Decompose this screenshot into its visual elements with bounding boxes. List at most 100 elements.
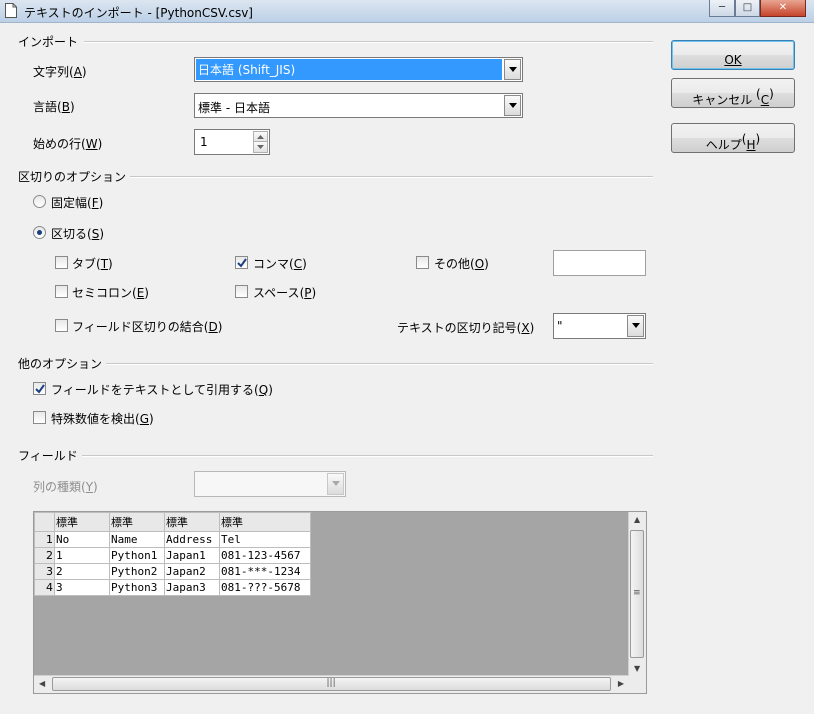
semicolon-label: セミコロン(E) (72, 286, 149, 300)
table-cell: 081-123-4567 (219, 547, 311, 564)
dropdown-button[interactable] (327, 473, 344, 495)
table-cell: Python1 (109, 547, 165, 564)
scroll-corner (629, 676, 646, 693)
tab-label: タブ(T) (72, 257, 113, 271)
minimize-button[interactable]: ─ (709, 0, 735, 17)
space-label: スペース(P) (253, 286, 317, 300)
dropdown-button[interactable] (504, 95, 521, 116)
table-cell: Python2 (109, 563, 165, 580)
chevron-down-icon (509, 66, 517, 72)
text-delimiter-select[interactable]: " (553, 313, 646, 339)
table-cell: No (54, 531, 110, 548)
charset-label: 文字列(A) (33, 65, 87, 79)
help-button[interactable]: ヘルプ(H) (671, 123, 795, 153)
horizontal-scrollbar[interactable]: ◀ ||| ▶ (34, 675, 629, 693)
title-bar[interactable]: テキストのインポート - [PythonCSV.csv] ─ □ ✕ (0, 0, 814, 23)
row-number: 1 (34, 531, 55, 548)
other-label: その他(O) (434, 257, 489, 271)
table-cell: 3 (54, 579, 110, 596)
table-cell: Japan2 (164, 563, 220, 580)
table-cell: Tel (219, 531, 311, 548)
table-cell: 2 (54, 563, 110, 580)
merge-delimiters-checkbox[interactable] (55, 319, 68, 332)
fields-heading: フィールド (18, 449, 78, 463)
grip-icon: ≡ (633, 588, 641, 598)
chevron-down-icon (509, 102, 517, 108)
chevron-down-icon (632, 323, 640, 328)
row-number: 4 (34, 579, 55, 596)
scroll-down-icon[interactable]: ▼ (634, 664, 640, 673)
chevron-down-icon (257, 145, 264, 149)
import-dialog: テキストのインポート - [PythonCSV.csv] ─ □ ✕ インポート… (0, 0, 814, 714)
semicolon-checkbox[interactable] (55, 285, 68, 298)
scroll-left-icon[interactable]: ◀ (39, 679, 45, 688)
column-header[interactable]: 標準 (109, 512, 165, 532)
maximize-button[interactable]: □ (735, 0, 760, 17)
column-header[interactable]: 標準 (219, 512, 311, 532)
charset-select[interactable]: 日本語 (Shift_JIS) (194, 57, 523, 82)
close-button[interactable]: ✕ (760, 0, 806, 17)
from-row-label: 始めの行(W) (33, 137, 103, 151)
quoted-as-text-checkbox[interactable] (33, 382, 46, 395)
column-header[interactable]: 標準 (54, 512, 110, 532)
preview-table: 標準 標準 標準 標準 1 No Name Address Tel 2 1 Py… (34, 512, 311, 596)
table-cell: Python3 (109, 579, 165, 596)
table-cell: 1 (54, 547, 110, 564)
separated-by-label: 区切る(S) (51, 227, 105, 241)
other-checkbox[interactable] (416, 256, 429, 269)
table-row: 2 1 Python1 Japan1 081-123-4567 (34, 547, 311, 564)
column-type-select[interactable] (194, 471, 346, 497)
cancel-button[interactable]: キャンセル (C) (671, 78, 795, 108)
corner-cell (34, 512, 55, 532)
text-delimiter-value: " (557, 319, 563, 333)
comma-checkbox[interactable] (235, 256, 248, 269)
tab-checkbox[interactable] (55, 256, 68, 269)
detect-special-numbers-checkbox[interactable] (33, 411, 46, 424)
import-section-heading: インポート (18, 35, 79, 49)
table-cell: 081-???-5678 (219, 579, 311, 596)
table-cell: Japan1 (164, 547, 220, 564)
from-row-stepper[interactable]: 1 (194, 129, 270, 155)
from-row-value: 1 (200, 135, 208, 149)
ok-button[interactable]: OK (671, 40, 795, 70)
column-header[interactable]: 標準 (164, 512, 220, 532)
space-checkbox[interactable] (235, 285, 248, 298)
table-row: 4 3 Python3 Japan3 081-???-5678 (34, 579, 311, 596)
table-row: 1 No Name Address Tel (34, 531, 311, 548)
separated-by-radio[interactable] (33, 226, 46, 239)
comma-label: コンマ(C) (253, 257, 307, 271)
preview-grid[interactable]: 標準 標準 標準 標準 1 No Name Address Tel 2 1 Py… (33, 511, 647, 694)
other-options-heading: 他のオプション (18, 357, 103, 371)
scroll-right-icon[interactable]: ▶ (618, 679, 624, 688)
table-cell: Address (164, 531, 220, 548)
divider (84, 41, 653, 43)
table-cell: 081-***-1234 (219, 563, 311, 580)
text-delimiter-label: テキストの区切り記号(X) (397, 321, 535, 335)
language-select[interactable]: 標準 - 日本語 (194, 93, 523, 118)
row-number: 3 (34, 563, 55, 580)
decrement-button[interactable] (253, 141, 268, 153)
divider (106, 363, 653, 365)
merge-delimiters-label: フィールド区切りの結合(D) (72, 320, 223, 334)
quoted-as-text-label: フィールドをテキストとして引用する(Q) (51, 383, 273, 397)
table-row: 3 2 Python2 Japan2 081-***-1234 (34, 563, 311, 580)
chevron-down-icon (332, 481, 340, 486)
radio-selected-dot (37, 230, 42, 235)
separator-section-heading: 区切りのオプション (18, 170, 127, 184)
grip-icon: ||| (326, 678, 336, 688)
vertical-scrollbar[interactable]: ▲ ≡ ▼ (628, 512, 646, 676)
dropdown-button[interactable] (504, 59, 521, 80)
vertical-scroll-thumb[interactable]: ≡ (630, 530, 644, 658)
table-cell: Japan3 (164, 579, 220, 596)
scroll-up-icon[interactable]: ▲ (634, 515, 640, 524)
divider (82, 455, 653, 457)
horizontal-scroll-thumb[interactable]: ||| (52, 677, 611, 691)
other-input[interactable] (553, 250, 646, 276)
check-icon (35, 384, 45, 394)
column-type-label: 列の種類(Y) (33, 480, 98, 494)
row-number: 2 (34, 547, 55, 564)
column-header-row: 標準 標準 標準 標準 (34, 512, 311, 532)
document-icon (5, 3, 17, 18)
fixed-width-radio[interactable] (33, 195, 46, 208)
dropdown-button[interactable] (627, 315, 644, 337)
